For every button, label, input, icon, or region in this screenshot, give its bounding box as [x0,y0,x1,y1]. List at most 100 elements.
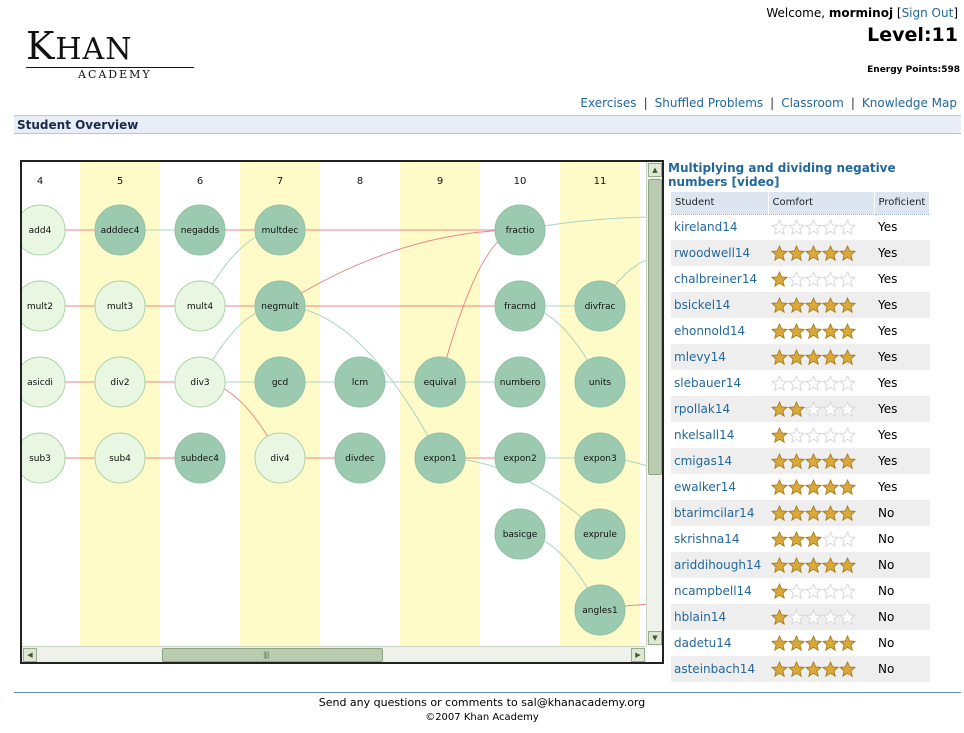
knowledge-map-canvas[interactable]: 4 5 6 7 8 9 10 11 add4 mult2 asicdi sub3 adddec4 mult… [22,162,646,646]
nav-classroom[interactable]: Classroom [781,96,844,110]
map-column-label: 7 [277,176,283,187]
map-node-expon3[interactable]: expon3 [574,432,626,484]
student-name-link[interactable]: skrishna14 [671,526,768,552]
star-empty-icon [839,582,856,600]
map-node-label: fractio [506,226,535,236]
star-filled-icon [839,348,856,366]
vertical-scrollbar[interactable]: ▲ ▼ [646,162,662,646]
energy-points: Energy Points:598 [867,65,960,75]
map-node-expon1[interactable]: expon1 [414,432,466,484]
map-node-divfrac[interactable]: divfrac [574,280,626,332]
map-node-negmult[interactable]: negmult [254,280,306,332]
map-node-multdec[interactable]: multdec [254,204,306,256]
column-header-student[interactable]: Student [671,192,769,215]
student-name-link[interactable]: ehonnold14 [671,318,768,344]
exercise-title-link[interactable]: Multiplying and dividing negative number… [668,161,958,189]
star-empty-icon [839,608,856,626]
map-node-divdec[interactable]: divdec [334,432,386,484]
star-filled-icon [839,478,856,496]
arrow-right-icon[interactable]: ▶ [631,648,645,662]
star-filled-icon [788,296,805,314]
map-node-div4[interactable]: div4 [254,432,306,484]
nav-knowledge-map[interactable]: Knowledge Map [862,96,957,110]
star-empty-icon [805,218,822,236]
student-name-link[interactable]: hblain14 [671,604,768,630]
map-node-fractio[interactable]: fractio [494,204,546,256]
proficient-value: No [878,532,895,546]
map-node-label: equival [424,378,457,388]
nav-shuffled-problems[interactable]: Shuffled Problems [655,96,764,110]
student-name-link[interactable]: chalbreiner14 [671,266,768,292]
arrow-down-icon[interactable]: ▼ [648,631,662,645]
student-name-link[interactable]: btarimcilar14 [671,500,768,526]
map-node-mult2[interactable]: mult2 [22,280,66,332]
student-name-link[interactable]: kireland14 [671,214,768,240]
map-node-label: negadds [181,226,220,236]
top-navigation: Exercises | Shuffled Problems | Classroom | Kn… [580,96,957,110]
column-header-proficient[interactable]: Proficient [874,192,930,215]
student-name-link[interactable]: rpollak14 [671,396,768,422]
star-empty-icon [822,374,839,392]
student-name-link[interactable]: asteinbach14 [671,656,768,682]
map-node-exprule[interactable]: exprule [574,508,626,560]
star-filled-icon [805,530,822,548]
horizontal-scrollbar[interactable]: ◀ |||| ▶ [22,646,646,662]
map-node-negadds[interactable]: negadds [174,204,226,256]
map-node-mult4[interactable]: mult4 [174,280,226,332]
star-filled-icon [788,478,805,496]
student-name-link[interactable]: ariddihough14 [671,552,768,578]
knowledge-map-panel[interactable]: 4 5 6 7 8 9 10 11 add4 mult2 asicdi sub3 adddec4 mult… [20,160,664,664]
table-row: hblain14 No [671,604,930,630]
khan-academy-logo[interactable]: KHAN ACADEMY [26,26,196,82]
map-node-angles1[interactable]: angles1 [574,584,626,636]
sign-out-link[interactable]: Sign Out [902,6,954,20]
map-node-equival[interactable]: equival [414,356,466,408]
map-column-label: 4 [37,176,43,187]
arrow-left-icon[interactable]: ◀ [23,648,37,662]
horizontal-scroll-thumb[interactable]: |||| [162,648,383,662]
map-node-numbero[interactable]: numbero [494,356,546,408]
student-name-link[interactable]: ncampbell14 [671,578,768,604]
map-node-units[interactable]: units [574,356,626,408]
student-name-link[interactable]: bsickel14 [671,292,768,318]
map-node-subdec4[interactable]: subdec4 [174,432,226,484]
map-node-add4[interactable]: add4 [22,204,66,256]
map-node-lcm[interactable]: lcm [334,356,386,408]
star-filled-icon [771,426,788,444]
column-header-comfort[interactable]: Comfort [768,192,875,215]
table-row: ariddihough14 No [671,552,930,578]
map-node-adddec4[interactable]: adddec4 [94,204,146,256]
star-filled-icon [771,504,788,522]
star-filled-icon [822,634,839,652]
map-node-div2[interactable]: div2 [94,356,146,408]
star-filled-icon [771,270,788,288]
map-column-label: 11 [594,176,607,187]
student-name-link[interactable]: cmigas14 [671,448,768,474]
star-filled-icon [805,348,822,366]
star-filled-icon [839,244,856,262]
nav-exercises[interactable]: Exercises [580,96,636,110]
map-node-sub3[interactable]: sub3 [22,432,66,484]
map-node-expon2[interactable]: expon2 [494,432,546,484]
vertical-scroll-thumb[interactable] [648,179,662,475]
map-node-fracmd[interactable]: fracmd [494,280,546,332]
comfort-rating [768,396,874,422]
star-empty-icon [839,218,856,236]
map-node-sub4[interactable]: sub4 [94,432,146,484]
student-name-link[interactable]: nkelsall14 [671,422,768,448]
map-node-gcd[interactable]: gcd [254,356,306,408]
student-name-link[interactable]: ewalker14 [671,474,768,500]
map-node-basicge[interactable]: basicge [494,508,546,560]
map-node-basicdi[interactable]: asicdi [22,356,66,408]
map-node-mult3[interactable]: mult3 [94,280,146,332]
map-node-div3[interactable]: div3 [174,356,226,408]
star-filled-icon [771,478,788,496]
map-node-label: basicge [503,530,538,540]
map-column-label: 10 [514,176,527,187]
student-name-link[interactable]: rwoodwell14 [671,240,768,266]
star-filled-icon [805,478,822,496]
student-name-link[interactable]: mlevy14 [671,344,768,370]
student-name-link[interactable]: dadetu14 [671,630,768,656]
student-name-link[interactable]: slebauer14 [671,370,768,396]
arrow-up-icon[interactable]: ▲ [648,163,662,177]
